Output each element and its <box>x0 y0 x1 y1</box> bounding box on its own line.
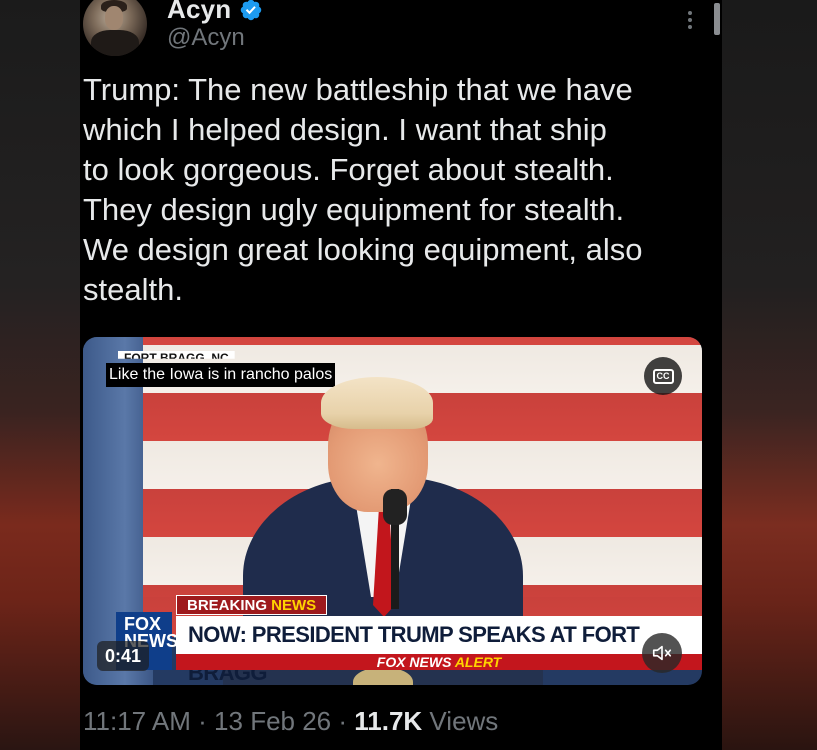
tweet-time[interactable]: 11:17 AM <box>83 706 191 736</box>
mute-button[interactable] <box>642 633 682 673</box>
author-display-name[interactable]: Acyn <box>167 0 231 25</box>
video-player[interactable]: FORT BRAGG, NC Like the Iowa is in ranch… <box>83 337 702 685</box>
author-handle[interactable]: @Acyn <box>167 24 245 52</box>
avatar[interactable] <box>83 0 147 56</box>
video-duration: 0:41 <box>97 641 150 671</box>
scrollbar[interactable] <box>714 3 720 35</box>
video-caption: Like the Iowa is in rancho palos <box>106 363 336 387</box>
closed-captions-button[interactable]: CC <box>644 357 682 395</box>
tweet-metadata: 11:17 AM · 13 Feb 26 · 11.7K Views <box>83 706 499 736</box>
tweet-text: Trump: The new battleship that we have w… <box>83 72 643 307</box>
speaker-muted-icon <box>652 645 672 661</box>
blurred-background-right <box>721 0 817 750</box>
tweet-date[interactable]: 13 Feb 26 <box>214 706 331 736</box>
views-count: 11.7K <box>354 706 423 736</box>
breaking-news-tag: BREAKING NEWS <box>176 595 328 615</box>
views-label: Views <box>422 706 499 736</box>
news-alert-bar: FOX NEWS ALERT <box>176 654 702 670</box>
speaker-hair <box>321 377 433 429</box>
cc-icon: CC <box>652 368 674 384</box>
tweet-card: Acyn @Acyn Trump: The new battleship tha… <box>80 0 722 750</box>
news-headline: NOW: PRESIDENT TRUMP SPEAKS AT FORT BRAG… <box>176 616 702 685</box>
verified-badge-icon <box>241 0 262 20</box>
microphone-icon <box>383 489 407 525</box>
blurred-background-left <box>0 0 80 750</box>
more-options-icon[interactable] <box>678 8 702 32</box>
author-name-row: Acyn <box>167 0 263 25</box>
